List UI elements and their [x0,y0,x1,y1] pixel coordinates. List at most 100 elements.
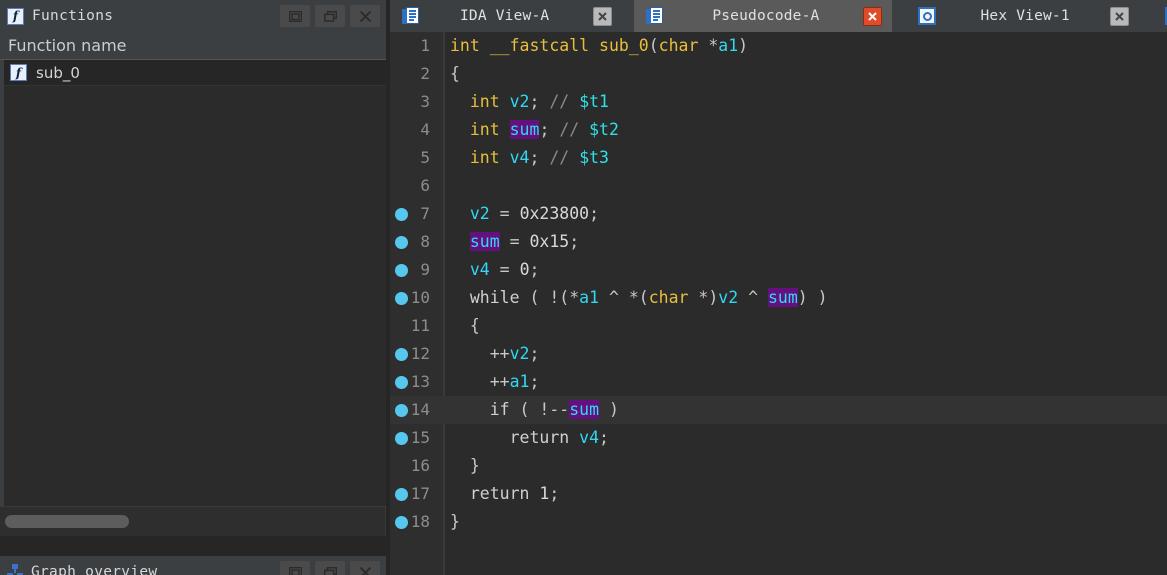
code-text: } [450,508,460,536]
code-token: 0x23800 [519,204,590,223]
line-number: 7 [420,204,430,223]
tab-close-button[interactable] [1109,6,1129,26]
code-text: } [450,452,480,480]
code-line[interactable]: 3 int v2; // $t1 [390,88,1167,116]
code-line[interactable]: 5 int v4; // $t3 [390,144,1167,172]
code-token: ( [648,36,659,55]
code-token: ; [549,484,560,503]
functions-panel-window-buttons [280,5,380,27]
code-token: { [450,316,480,335]
line-number: 18 [410,512,430,531]
code-token: ; [539,120,560,139]
code-token: char [648,288,689,307]
scrollbar-thumb[interactable] [5,515,129,528]
code-token: ) [738,36,749,55]
code-text: int sum; // $t2 [450,116,619,144]
code-token: return [509,428,570,447]
code-token: int [469,148,500,167]
functions-list-header[interactable]: Function name [0,32,386,60]
code-line[interactable]: 15 return v4; [390,424,1167,452]
code-line[interactable]: 11 { [390,312,1167,340]
line-number: 17 [410,484,430,503]
code-line[interactable]: 2{ [390,60,1167,88]
code-token: ; [599,428,609,447]
editor-lines[interactable]: 1 int __fastcall sub_0(char *a1) 2{3 int v… [390,32,1167,536]
line-number: 9 [420,260,430,279]
code-text: if ( !--sum ) [450,396,619,424]
code-token: } [450,456,480,475]
code-line[interactable]: 1 int __fastcall sub_0(char *a1) [390,32,1167,60]
code-text: v2 = 0x23800; [450,200,599,228]
function-icon: f [7,7,24,25]
functions-list[interactable]: f sub_0 [0,60,386,506]
code-line[interactable]: 8 sum = 0x15; [390,228,1167,256]
code-token: = [489,204,520,223]
tab-pseudocode-a[interactable]: Pseudocode-A [634,0,893,32]
code-line[interactable]: 17 return 1; [390,480,1167,508]
code-token: ; [529,344,540,363]
code-token: = [489,260,520,279]
code-line[interactable]: 14 if ( !--sum ) [390,396,1167,424]
code-line[interactable]: 12 ++v2; [390,340,1167,368]
document-icon [402,7,420,25]
code-line[interactable]: 6 [390,172,1167,200]
graph-close-button[interactable] [350,561,380,575]
graph-maximize-button[interactable] [315,561,345,575]
code-line[interactable]: 10 while ( !(*a1 ^ *(char *)v2 ^ sum) ) [390,284,1167,312]
graph-overview-titlebar: Graph overview [0,556,386,575]
functions-maximize-button[interactable] [315,5,345,27]
tab-close-button[interactable] [863,6,883,26]
code-line[interactable]: 18} [390,508,1167,536]
code-token: $t1 [579,92,609,111]
code-line[interactable]: 4 int sum; // $t2 [390,116,1167,144]
line-number: 6 [420,176,430,195]
code-token: int [469,92,500,111]
code-token: v2 [469,204,490,223]
code-token: a1 [509,372,530,391]
line-number: 14 [410,400,430,419]
code-token: ++ [450,372,510,391]
code-token: $t3 [579,148,609,167]
code-text: int v4; // $t3 [450,144,609,172]
code-line[interactable]: 7 v2 = 0x23800; [390,200,1167,228]
tab-structu[interactable]: AStructu [1152,0,1167,32]
ida-pro-window: f Functions Function name f sub_0 Graph … [0,0,1167,575]
functions-close-button[interactable] [350,5,380,27]
code-line[interactable]: 9 v4 = 0; [390,256,1167,284]
tab-ida-view-a[interactable]: IDA View-A [390,0,623,32]
code-token: v2 [509,92,530,111]
list-item[interactable]: f sub_0 [4,60,386,86]
tab-close-button[interactable] [593,6,613,26]
graph-restore-button[interactable] [280,561,310,575]
functions-horizontal-scrollbar[interactable] [0,506,386,536]
line-number: 3 [420,92,430,111]
restore-icon [288,566,302,575]
code-token: // [549,148,570,167]
restore-icon [288,10,302,22]
pseudocode-editor[interactable]: 1 int __fastcall sub_0(char *a1) 2{3 int v… [390,32,1167,575]
tab-hex-view-1[interactable]: Hex View-1 [906,0,1139,32]
functions-restore-button[interactable] [280,5,310,27]
code-token: 0x15 [529,232,570,251]
code-line[interactable]: 16 } [390,452,1167,480]
graph-overview-window-buttons [280,561,380,575]
code-token: int [450,36,480,55]
code-token: return [469,484,530,503]
code-token: ; [529,372,540,391]
tab-label: Hex View-1 [980,8,1070,24]
code-line[interactable]: 13 ++a1; [390,368,1167,396]
code-token: ; [529,148,550,167]
graph-icon [7,564,23,575]
code-token: a1 [579,288,600,307]
close-icon [598,11,608,21]
functions-panel-titlebar: f Functions [0,0,386,32]
code-token: while [469,288,520,307]
code-token: ; [529,92,550,111]
